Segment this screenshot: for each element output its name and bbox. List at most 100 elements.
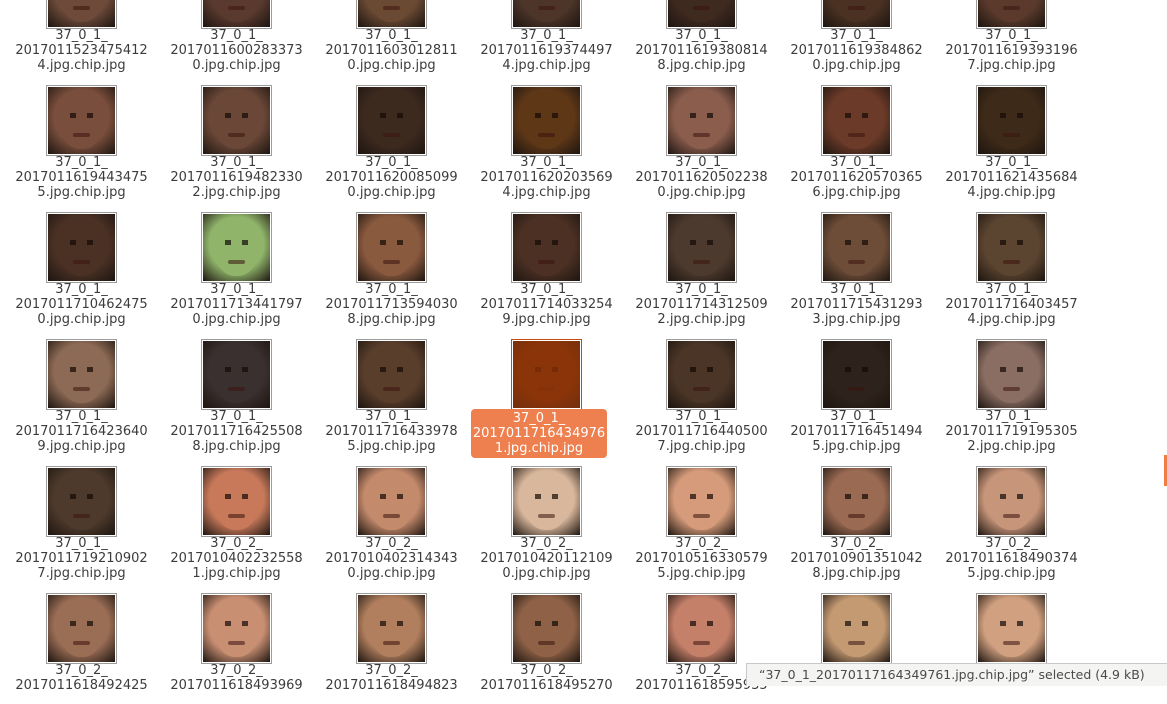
- face-shape: [215, 0, 258, 22]
- file-item[interactable]: 37_0_1_ 2017011619393196 7.jpg.chip.jpg: [934, 0, 1089, 73]
- file-item[interactable]: 37_0_2_ 2017010402232558 1.jpg.chip.jpg: [159, 450, 314, 581]
- file-item[interactable]: 37_0_2_ 2017011618490374 5.jpg.chip.jpg: [934, 450, 1089, 581]
- file-item[interactable]: 37_0_1_ 2017011716423640 9.jpg.chip.jpg: [4, 323, 159, 454]
- file-item[interactable]: 37_0_1_ 2017011621435684 4.jpg.chip.jpg: [934, 69, 1089, 200]
- file-thumbnail[interactable]: [511, 339, 582, 410]
- file-item[interactable]: 37_0_1_ 2017011619384862 0.jpg.chip.jpg: [779, 0, 934, 73]
- file-item[interactable]: 37_0_1_ 2017011620570365 6.jpg.chip.jpg: [779, 69, 934, 200]
- file-item[interactable]: 37_0_1_ 2017011716440500 7.jpg.chip.jpg: [624, 323, 779, 454]
- file-item[interactable]: 37_0_1_ 2017011620203569 4.jpg.chip.jpg: [469, 69, 624, 200]
- file-item[interactable]: 37_0_1_ 2017011619443475 5.jpg.chip.jpg: [4, 69, 159, 200]
- file-thumbnail[interactable]: [976, 339, 1047, 410]
- file-item[interactable]: 37_0_1_ 2017011719210902 7.jpg.chip.jpg: [4, 450, 159, 581]
- file-thumbnail[interactable]: [511, 466, 582, 537]
- file-item[interactable]: 37_0_2_ 2017011618492425: [4, 577, 159, 704]
- face-mouth: [848, 514, 865, 518]
- file-item[interactable]: 37_0_2_ 2017011618495270: [469, 577, 624, 704]
- file-name-label: 37_0_2_ 2017011618495270: [480, 663, 613, 693]
- file-thumbnail[interactable]: [201, 593, 272, 664]
- file-thumbnail[interactable]: [356, 85, 427, 156]
- file-thumbnail[interactable]: [976, 466, 1047, 537]
- file-thumbnail[interactable]: [201, 339, 272, 410]
- face-mouth: [848, 6, 865, 10]
- file-item[interactable]: 37_0_2_ 2017010402314343 0.jpg.chip.jpg: [314, 450, 469, 581]
- file-thumbnail[interactable]: [201, 212, 272, 283]
- file-thumbnail[interactable]: [511, 85, 582, 156]
- face-eyes: [1000, 494, 1023, 499]
- file-name-label: 37_0_1_ 2017011523475412 4.jpg.chip.jpg: [15, 28, 148, 73]
- face-photo: [823, 214, 890, 281]
- file-thumbnail[interactable]: [201, 0, 272, 29]
- file-thumbnail[interactable]: [666, 0, 737, 29]
- file-thumbnail[interactable]: [511, 212, 582, 283]
- file-thumbnail[interactable]: [976, 85, 1047, 156]
- file-item[interactable]: 37_0_1_ 2017011716425508 8.jpg.chip.jpg: [159, 323, 314, 454]
- face-mouth: [848, 260, 865, 264]
- file-thumbnail[interactable]: [821, 0, 892, 29]
- file-item[interactable]: 37_0_1_ 2017011603012811 0.jpg.chip.jpg: [314, 0, 469, 73]
- file-thumbnail[interactable]: [46, 0, 117, 29]
- face-mouth: [848, 387, 865, 391]
- file-thumbnail[interactable]: [666, 339, 737, 410]
- face-eyes: [380, 113, 403, 118]
- file-name-label: 37_0_1_ 2017011713441797 0.jpg.chip.jpg: [170, 282, 303, 327]
- file-item[interactable]: 37_0_1_ 2017011716434976 1.jpg.chip.jpg: [469, 323, 624, 458]
- face-photo: [978, 87, 1045, 154]
- face-shape: [835, 601, 878, 657]
- file-thumbnail[interactable]: [201, 466, 272, 537]
- file-thumbnail[interactable]: [356, 593, 427, 664]
- file-thumbnail[interactable]: [821, 593, 892, 664]
- file-item[interactable]: 37_0_1_ 2017011714312509 2.jpg.chip.jpg: [624, 196, 779, 327]
- file-item[interactable]: 37_0_2_ 2017011618493969: [159, 577, 314, 704]
- file-item[interactable]: 37_0_1_ 2017011713441797 0.jpg.chip.jpg: [159, 196, 314, 327]
- file-thumbnail[interactable]: [46, 85, 117, 156]
- file-item[interactable]: 37_0_1_ 2017011715431293 3.jpg.chip.jpg: [779, 196, 934, 327]
- file-item[interactable]: 37_0_1_ 2017011600283373 0.jpg.chip.jpg: [159, 0, 314, 73]
- file-item[interactable]: 37_0_1_ 2017011713594030 8.jpg.chip.jpg: [314, 196, 469, 327]
- face-eyes: [380, 494, 403, 499]
- file-item[interactable]: 37_0_1_ 2017011619380814 8.jpg.chip.jpg: [624, 0, 779, 73]
- file-thumbnail[interactable]: [46, 339, 117, 410]
- file-item[interactable]: 37_0_1_ 2017011714033254 9.jpg.chip.jpg: [469, 196, 624, 327]
- face-shape: [60, 220, 103, 276]
- file-item[interactable]: 37_0_1_ 2017011620502238 0.jpg.chip.jpg: [624, 69, 779, 200]
- file-thumbnail[interactable]: [201, 85, 272, 156]
- file-thumbnail[interactable]: [46, 593, 117, 664]
- file-thumbnail[interactable]: [666, 85, 737, 156]
- file-thumbnail[interactable]: [976, 0, 1047, 29]
- file-thumbnail[interactable]: [666, 466, 737, 537]
- file-item[interactable]: 37_0_1_ 2017011523475412 4.jpg.chip.jpg: [4, 0, 159, 73]
- file-thumbnail[interactable]: [666, 593, 737, 664]
- file-item[interactable]: 37_0_2_ 2017010516330579 5.jpg.chip.jpg: [624, 450, 779, 581]
- file-item[interactable]: 37_0_2_ 2017010420112109 0.jpg.chip.jpg: [469, 450, 624, 581]
- file-item[interactable]: 37_0_1_ 2017011719195305 2.jpg.chip.jpg: [934, 323, 1089, 454]
- face-eyes: [535, 494, 558, 499]
- file-item[interactable]: 37_0_1_ 2017011716451494 5.jpg.chip.jpg: [779, 323, 934, 454]
- file-thumbnail[interactable]: [511, 0, 582, 29]
- file-item[interactable]: 37_0_1_ 2017011620085099 0.jpg.chip.jpg: [314, 69, 469, 200]
- file-item[interactable]: 37_0_1_ 2017011710462475 0.jpg.chip.jpg: [4, 196, 159, 327]
- file-item[interactable]: 37_0_1_ 2017011716403457 4.jpg.chip.jpg: [934, 196, 1089, 327]
- file-thumbnail[interactable]: [356, 339, 427, 410]
- file-thumbnail[interactable]: [821, 212, 892, 283]
- file-thumbnail[interactable]: [666, 212, 737, 283]
- file-thumbnail[interactable]: [976, 593, 1047, 664]
- file-thumbnail[interactable]: [46, 466, 117, 537]
- file-thumbnail[interactable]: [356, 0, 427, 29]
- file-thumbnail[interactable]: [821, 85, 892, 156]
- file-item[interactable]: 37_0_1_ 2017011619374497 4.jpg.chip.jpg: [469, 0, 624, 73]
- file-thumbnail[interactable]: [976, 212, 1047, 283]
- file-item[interactable]: 37_0_1_ 2017011716433978 5.jpg.chip.jpg: [314, 323, 469, 454]
- file-thumbnail[interactable]: [821, 466, 892, 537]
- file-thumbnail[interactable]: [46, 212, 117, 283]
- file-thumbnail[interactable]: [356, 212, 427, 283]
- file-thumbnail[interactable]: [821, 339, 892, 410]
- file-item[interactable]: 37_0_2_ 2017010901351042 8.jpg.chip.jpg: [779, 450, 934, 581]
- file-item[interactable]: 37_0_2_ 2017011618494823: [314, 577, 469, 704]
- face-shape: [990, 220, 1033, 276]
- file-thumbnail[interactable]: [511, 593, 582, 664]
- face-eyes: [1000, 240, 1023, 245]
- file-thumbnail[interactable]: [356, 466, 427, 537]
- face-photo: [978, 214, 1045, 281]
- file-item[interactable]: 37_0_1_ 2017011619482330 2.jpg.chip.jpg: [159, 69, 314, 200]
